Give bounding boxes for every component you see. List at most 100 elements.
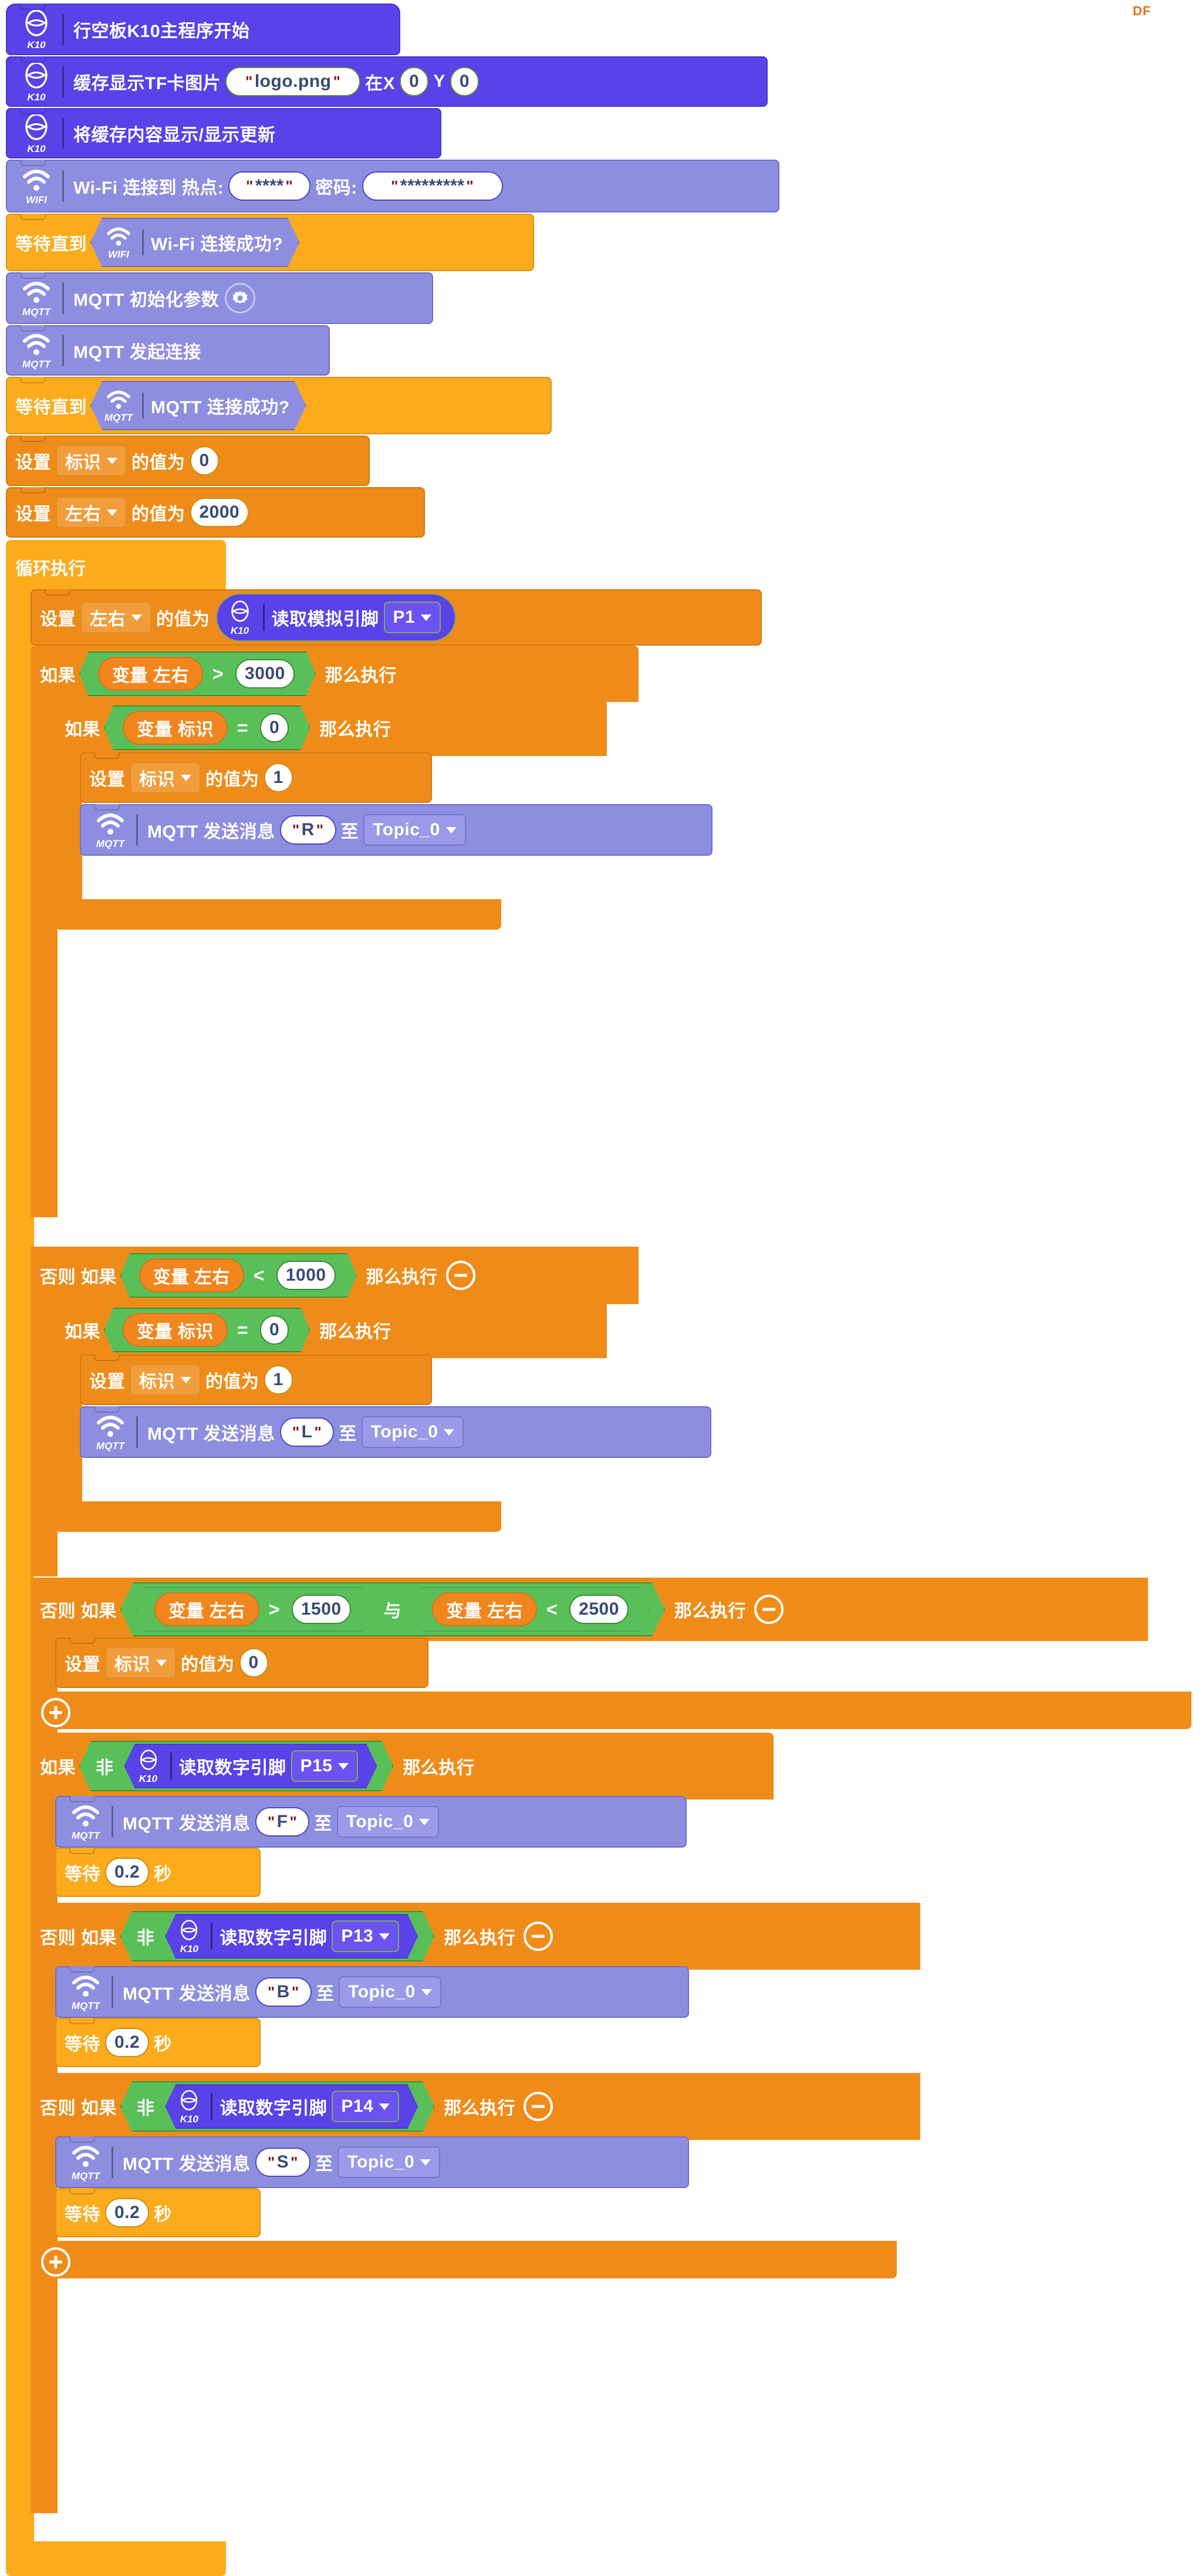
variable-dropdown-flag[interactable]: 标识 bbox=[130, 1364, 201, 1396]
block-mqtt-send-F[interactable]: MQTT MQTT 发送消息 " F " 至 Topic_0 bbox=[55, 1796, 687, 1848]
condition-and[interactable]: 变量 左右 > 1500 与 变量 左右 < 2500 bbox=[120, 1582, 665, 1636]
mqtt-topic-dropdown[interactable]: Topic_0 bbox=[361, 1416, 464, 1448]
condition-flag-eq-0[interactable]: 变量 标识 = 0 bbox=[104, 1308, 310, 1352]
block-wait-f[interactable]: 等待 0.2 秒 bbox=[55, 1848, 261, 1897]
if-flag-eq-0-a-header[interactable]: 如果 变量 标识 = 0 那么执行 bbox=[55, 700, 607, 756]
reporter-analog-read[interactable]: K10 读取模拟引脚 P1 bbox=[215, 593, 457, 642]
block-mqtt-send-L[interactable]: MQTT MQTT 发送消息 " L " 至 Topic_0 bbox=[80, 1406, 711, 1458]
elif-lr-range-header[interactable]: 否则 如果 变量 左右 > 1500 与 变量 左右 < 2500 那么执行 bbox=[31, 1578, 1148, 1641]
remove-branch-button[interactable] bbox=[445, 1261, 475, 1290]
pin-dropdown-digital[interactable]: P15 bbox=[291, 1750, 359, 1782]
variable-dropdown-flag[interactable]: 标识 bbox=[130, 762, 201, 794]
mqtt-topic-dropdown[interactable]: Topic_0 bbox=[339, 1976, 441, 2008]
add-branch-button[interactable] bbox=[41, 2247, 70, 2277]
block-set-flag-1-a[interactable]: 设置 标识 的值为 1 bbox=[80, 752, 432, 803]
boolean-mqtt-connected[interactable]: MQTT MQTT 连接成功? bbox=[90, 381, 306, 430]
set-value-input[interactable]: 0 bbox=[239, 1648, 268, 1677]
variable-reporter-lr[interactable]: 变量 左右 bbox=[432, 1592, 537, 1626]
variable-reporter-flag[interactable]: 变量 标识 bbox=[123, 1313, 228, 1347]
wait-seconds-input[interactable]: 0.2 bbox=[105, 1858, 150, 1887]
compare-value-input[interactable]: 2500 bbox=[569, 1595, 629, 1624]
reporter-digital-read-p15[interactable]: K10 读取数字引脚 P15 bbox=[124, 1744, 377, 1788]
wait-seconds-input[interactable]: 0.2 bbox=[105, 2198, 150, 2227]
condition-lr-gt-1500[interactable]: 变量 左右 > 1500 bbox=[136, 1587, 372, 1632]
mqtt-message-input[interactable]: " R " bbox=[279, 815, 336, 845]
wifi-ssid-input[interactable]: " **** " bbox=[228, 171, 311, 201]
compare-value-input[interactable]: 1000 bbox=[276, 1261, 336, 1290]
remove-branch-button[interactable] bbox=[524, 2092, 553, 2121]
gear-icon[interactable] bbox=[225, 283, 256, 313]
elif-not-p14-header[interactable]: 否则 如果 非 K10 读取数字引脚 P14 那么执行 bbox=[31, 2073, 920, 2140]
variable-reporter-lr[interactable]: 变量 左右 bbox=[154, 1592, 259, 1626]
if-flag-eq-0-b-header[interactable]: 如果 变量 标识 = 0 那么执行 bbox=[55, 1302, 607, 1358]
variable-dropdown-lr[interactable]: 左右 bbox=[80, 602, 151, 633]
condition-lr-lt-2500[interactable]: 变量 左右 < 2500 bbox=[413, 1587, 650, 1632]
variable-reporter-lr[interactable]: 变量 左右 bbox=[98, 657, 203, 691]
block-wait-b[interactable]: 等待 0.2 秒 bbox=[55, 2018, 261, 2067]
compare-value-input[interactable]: 0 bbox=[260, 713, 289, 742]
mqtt-message-input[interactable]: " F " bbox=[255, 1807, 310, 1836]
of-value-label: 的值为 bbox=[131, 505, 185, 524]
if-lr-gt-3000-header[interactable]: 如果 变量 左右 > 3000 那么执行 bbox=[31, 646, 639, 702]
block-mqtt-send-B[interactable]: MQTT MQTT 发送消息 " B " 至 Topic_0 bbox=[55, 1966, 689, 2018]
reporter-digital-read-p14[interactable]: K10 读取数字引脚 P14 bbox=[165, 2084, 418, 2129]
block-wifi-connect[interactable]: WIFI Wi-Fi 连接到 热点: " **** " 密码: " ******… bbox=[6, 160, 779, 212]
condition-not-p15[interactable]: 非 K10 读取数字引脚 P15 bbox=[79, 1741, 393, 1791]
pin-dropdown-digital[interactable]: P14 bbox=[332, 2091, 399, 2122]
block-refresh-display[interactable]: K10 将缓存内容显示/显示更新 bbox=[6, 108, 441, 158]
block-show-tf-image[interactable]: K10 缓存显示TF卡图片 " logo.png " 在X 0 Y 0 bbox=[6, 56, 768, 107]
mqtt-message-input[interactable]: " B " bbox=[255, 1977, 312, 2007]
variable-dropdown-flag[interactable]: 标识 bbox=[105, 1647, 176, 1679]
condition-lr-gt-3000[interactable]: 变量 左右 > 3000 bbox=[79, 651, 316, 696]
set-value-input[interactable]: 1 bbox=[264, 1365, 293, 1395]
block-mqtt-connect[interactable]: MQTT MQTT 发起连接 bbox=[6, 325, 330, 376]
compare-value-input[interactable]: 0 bbox=[260, 1315, 289, 1345]
add-branch-button[interactable] bbox=[41, 1698, 70, 1727]
image-filename-input[interactable]: " logo.png " bbox=[225, 67, 361, 96]
x-value-input[interactable]: 0 bbox=[400, 67, 429, 96]
block-wait-until-wifi[interactable]: 等待直到 WIFI Wi-Fi 连接成功? bbox=[6, 214, 534, 271]
y-value-input[interactable]: 0 bbox=[450, 67, 480, 96]
block-wait-until-mqtt[interactable]: 等待直到 MQTT MQTT 连接成功? bbox=[6, 377, 552, 434]
mqtt-topic-dropdown[interactable]: Topic_0 bbox=[336, 1806, 440, 1838]
condition-lr-lt-1000[interactable]: 变量 左右 < 1000 bbox=[120, 1253, 357, 1298]
compare-value-input[interactable]: 1500 bbox=[292, 1595, 351, 1624]
mqtt-topic-dropdown[interactable]: Topic_0 bbox=[337, 2146, 441, 2178]
mqtt-message-input[interactable]: " L " bbox=[279, 1417, 335, 1447]
wifi-password-input[interactable]: " ********* " bbox=[362, 171, 503, 201]
condition-not-p14[interactable]: 非 K10 读取数字引脚 P14 bbox=[120, 2081, 434, 2132]
block-set-variable-lr-2000[interactable]: 设置 左右 的值为 2000 bbox=[6, 487, 425, 538]
mqtt-topic-dropdown[interactable]: Topic_0 bbox=[363, 814, 466, 846]
if-not-p15-header[interactable]: 如果 非 K10 读取数字引脚 P15 那么执行 bbox=[31, 1733, 774, 1800]
block-set-flag-0-c[interactable]: 设置 标识 的值为 0 bbox=[55, 1638, 428, 1688]
mqtt-message-input[interactable]: " S " bbox=[255, 2148, 310, 2177]
remove-branch-button[interactable] bbox=[754, 1595, 784, 1624]
block-wait-s[interactable]: 等待 0.2 秒 bbox=[55, 2188, 261, 2237]
variable-reporter-lr[interactable]: 变量 左右 bbox=[139, 1258, 244, 1292]
block-set-variable-flag-0[interactable]: 设置 标识 的值为 0 bbox=[6, 435, 370, 486]
condition-flag-eq-0[interactable]: 变量 标识 = 0 bbox=[104, 705, 310, 750]
boolean-wifi-connected[interactable]: WIFI Wi-Fi 连接成功? bbox=[90, 218, 299, 267]
compare-value-input[interactable]: 3000 bbox=[235, 659, 295, 688]
block-mqtt-send-S[interactable]: MQTT MQTT 发送消息 " S " 至 Topic_0 bbox=[55, 2136, 689, 2188]
elif-not-p13-header[interactable]: 否则 如果 非 K10 读取数字引脚 P13 那么执行 bbox=[31, 1903, 920, 1970]
set-value-input[interactable]: 0 bbox=[190, 446, 219, 475]
reporter-digital-read-p13[interactable]: K10 读取数字引脚 P13 bbox=[165, 1914, 418, 1959]
variable-dropdown-lr[interactable]: 左右 bbox=[56, 497, 127, 528]
block-mqtt-init[interactable]: MQTT MQTT 初始化参数 bbox=[6, 272, 433, 324]
block-mqtt-send-R[interactable]: MQTT MQTT 发送消息 " R " 至 Topic_0 bbox=[80, 804, 713, 856]
block-set-lr-analog-read[interactable]: 设置 左右 的值为 K10 读取模拟引脚 P1 bbox=[31, 589, 762, 646]
set-value-input[interactable]: 2000 bbox=[190, 498, 249, 527]
pin-dropdown-digital[interactable]: P13 bbox=[332, 1920, 399, 1952]
wait-seconds-input[interactable]: 0.2 bbox=[105, 2028, 150, 2057]
remove-branch-button[interactable] bbox=[524, 1922, 553, 1951]
forever-loop-header[interactable]: 循环执行 bbox=[6, 540, 226, 590]
set-value-input[interactable]: 1 bbox=[264, 763, 293, 792]
variable-dropdown-flag[interactable]: 标识 bbox=[56, 445, 127, 477]
condition-not-p13[interactable]: 非 K10 读取数字引脚 P13 bbox=[120, 1911, 434, 1961]
block-set-flag-1-b[interactable]: 设置 标识 的值为 1 bbox=[80, 1355, 432, 1405]
variable-reporter-flag[interactable]: 变量 标识 bbox=[123, 711, 228, 745]
pin-dropdown-analog[interactable]: P1 bbox=[383, 602, 441, 633]
hat-block-main-program-start[interactable]: K10 行空板K10主程序开始 bbox=[6, 4, 400, 55]
elif-lr-lt-1000-header[interactable]: 否则 如果 变量 左右 < 1000 那么执行 bbox=[31, 1247, 639, 1304]
